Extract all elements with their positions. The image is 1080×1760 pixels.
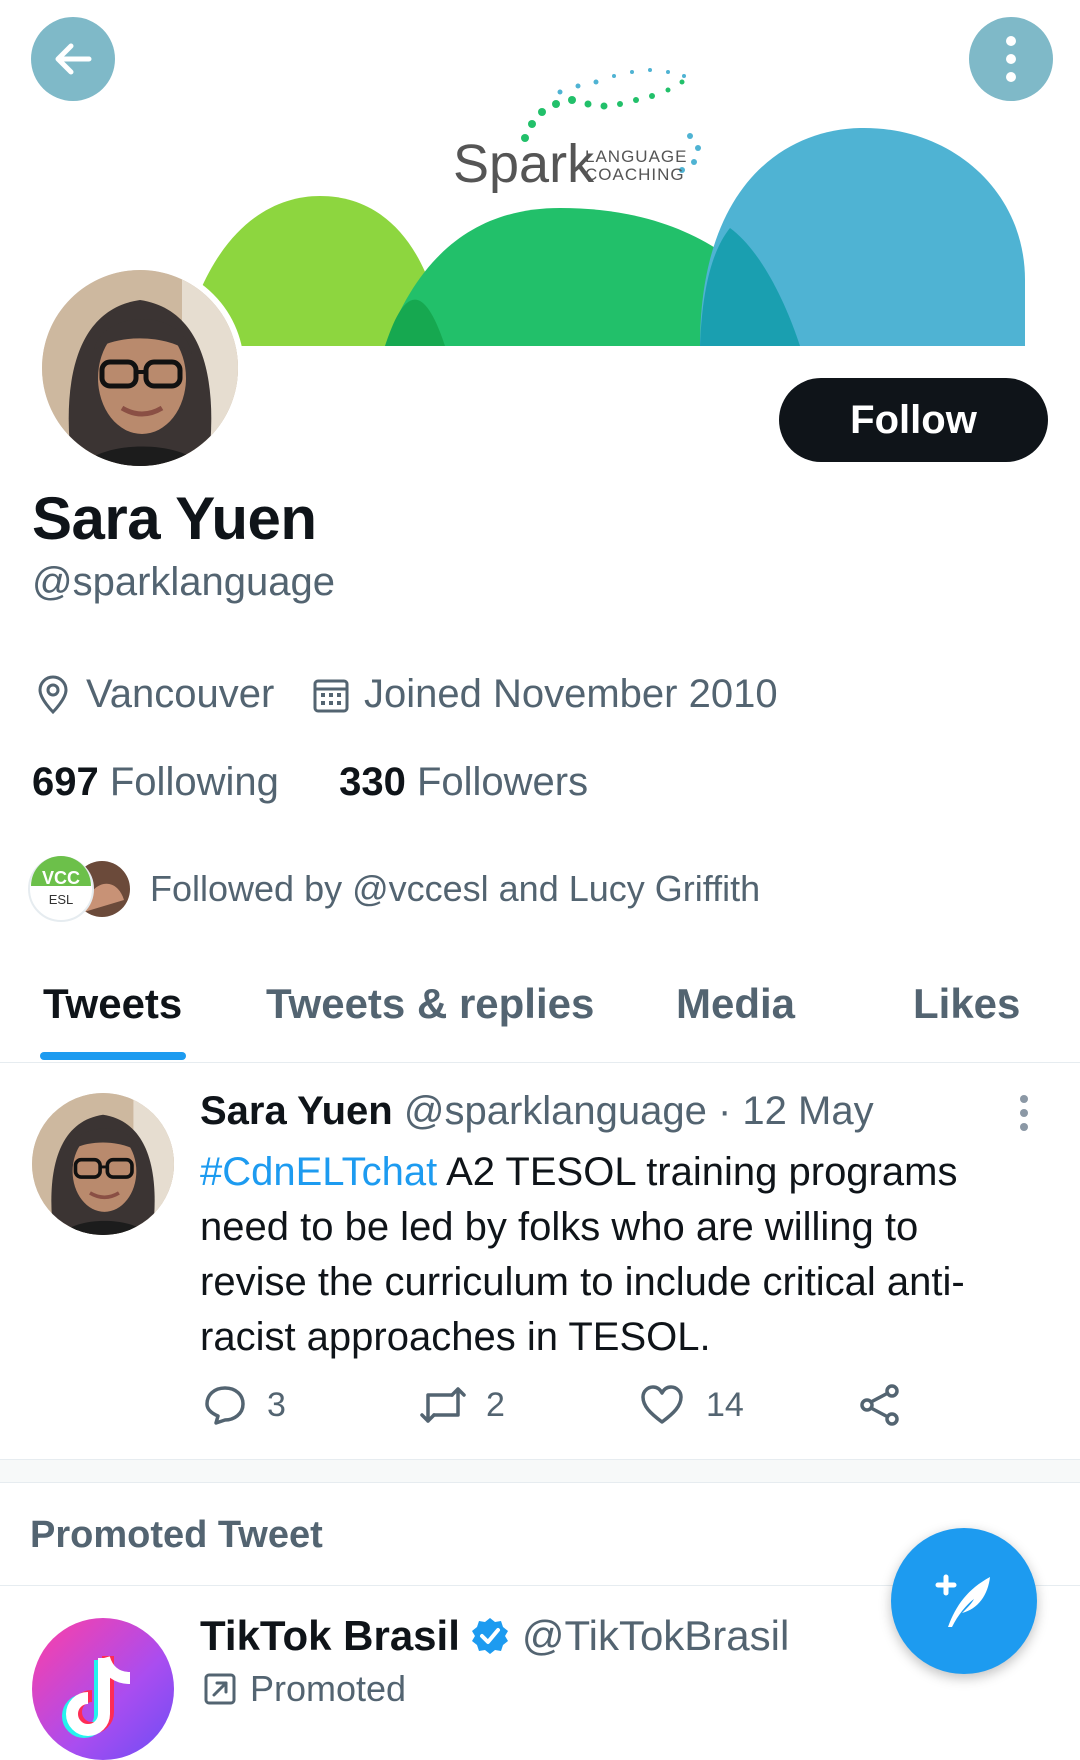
following-count: 697: [32, 760, 99, 804]
more-vertical-icon: [1006, 36, 1016, 82]
banner-logo-line2: COACHING: [585, 165, 685, 184]
vcc-badge-top: VCC: [42, 868, 80, 888]
more-vertical-icon: [1020, 1095, 1028, 1131]
followed-by-text: Followed by @vccesl and Lucy Griffith: [150, 868, 761, 909]
promoted-avatar[interactable]: [32, 1618, 174, 1760]
promoted-label: Promoted: [204, 1668, 406, 1710]
tweet-handle-date: @sparklanguage · 12 May: [403, 1089, 874, 1133]
retweet-count: 2: [486, 1385, 505, 1424]
tab-tweets-replies[interactable]: Tweets & replies: [266, 980, 594, 1028]
retweet-icon: [420, 1387, 466, 1423]
like-count: 14: [706, 1385, 744, 1424]
retweet-button[interactable]: 2: [418, 1383, 505, 1427]
reply-icon: [205, 1386, 245, 1425]
followers-label: Followers: [416, 760, 589, 804]
like-icon: [641, 1385, 683, 1424]
tweet-header: Sara Yuen @sparklanguage · 12 May: [200, 1089, 874, 1134]
follow-button[interactable]: Follow: [779, 378, 1048, 462]
profile-joined: Joined November 2010: [312, 672, 778, 717]
section-divider: [0, 1460, 1080, 1483]
profile-location: Vancouver: [36, 672, 274, 717]
profile-handle: @sparklanguage: [32, 560, 336, 604]
back-button[interactable]: [31, 17, 115, 101]
followed-by-row[interactable]: VCC ESL Followed by @vccesl and Lucy Gri…: [28, 856, 760, 922]
promoted-handle: @TikTokBrasil: [521, 1612, 790, 1659]
tab-likes[interactable]: Likes: [913, 980, 1020, 1028]
profile-name: Sara Yuen: [32, 485, 317, 552]
verified-icon: [471, 1618, 508, 1654]
banner-logo-word: Spark: [453, 134, 595, 194]
tab-tweets[interactable]: Tweets: [43, 980, 182, 1028]
profile-avatar[interactable]: [36, 264, 244, 472]
reply-button[interactable]: 3: [203, 1383, 286, 1427]
share-button[interactable]: [858, 1383, 902, 1427]
promoted-section-title: Promoted Tweet: [30, 1514, 323, 1556]
joined-text: Joined November 2010: [364, 672, 778, 716]
more-options-button[interactable]: [969, 17, 1053, 101]
tweet-author-photo: [32, 1093, 174, 1235]
tweet-more-button[interactable]: [1016, 1093, 1032, 1138]
banner-logo-line1: LANGUAGE: [585, 147, 687, 166]
tweet-author[interactable]: Sara Yuen: [200, 1089, 393, 1133]
promoted-arrow-icon: [204, 1673, 236, 1705]
vcc-badge-bottom: ESL: [49, 892, 74, 907]
reply-count: 3: [267, 1385, 286, 1424]
promoted-author[interactable]: TikTok Brasil: [200, 1612, 460, 1660]
tweet-avatar[interactable]: [32, 1093, 174, 1235]
promoted-text: Promoted: [250, 1668, 407, 1709]
like-button[interactable]: 14: [640, 1383, 744, 1427]
back-arrow-icon: [55, 43, 92, 75]
tab-media[interactable]: Media: [676, 980, 795, 1028]
profile-photo: [42, 270, 238, 466]
following-link[interactable]: 697 Following: [32, 760, 279, 804]
follow-counts: 697 Following 330 Followers: [32, 760, 588, 805]
following-label: Following: [109, 760, 279, 804]
location-text: Vancouver: [86, 672, 275, 716]
profile-tabs: Tweets Tweets & replies Media Likes: [0, 958, 1080, 1063]
compose-tweet-button[interactable]: [891, 1528, 1037, 1674]
followed-by-avatars: VCC ESL: [28, 856, 133, 922]
tweet-text: #CdnELTchat A2 TESOL training programs n…: [200, 1145, 1020, 1365]
tiktok-logo-icon: [62, 1655, 131, 1738]
tweet-hashtag[interactable]: #CdnELTchat: [200, 1150, 437, 1194]
tweet[interactable]: Sara Yuen @sparklanguage · 12 May #CdnEL…: [0, 1063, 1080, 1461]
followers-count: 330: [339, 760, 406, 804]
active-tab-indicator: [40, 1052, 186, 1060]
followers-link[interactable]: 330 Followers: [339, 760, 588, 804]
compose-tweet-icon: [935, 1574, 990, 1627]
promoted-header: TikTok Brasil @TikTokBrasil: [200, 1612, 789, 1660]
location-pin-icon: [38, 675, 68, 714]
calendar-icon: [313, 679, 349, 712]
share-icon: [860, 1384, 899, 1426]
mutual-follower-avatars: VCC ESL: [28, 856, 133, 922]
